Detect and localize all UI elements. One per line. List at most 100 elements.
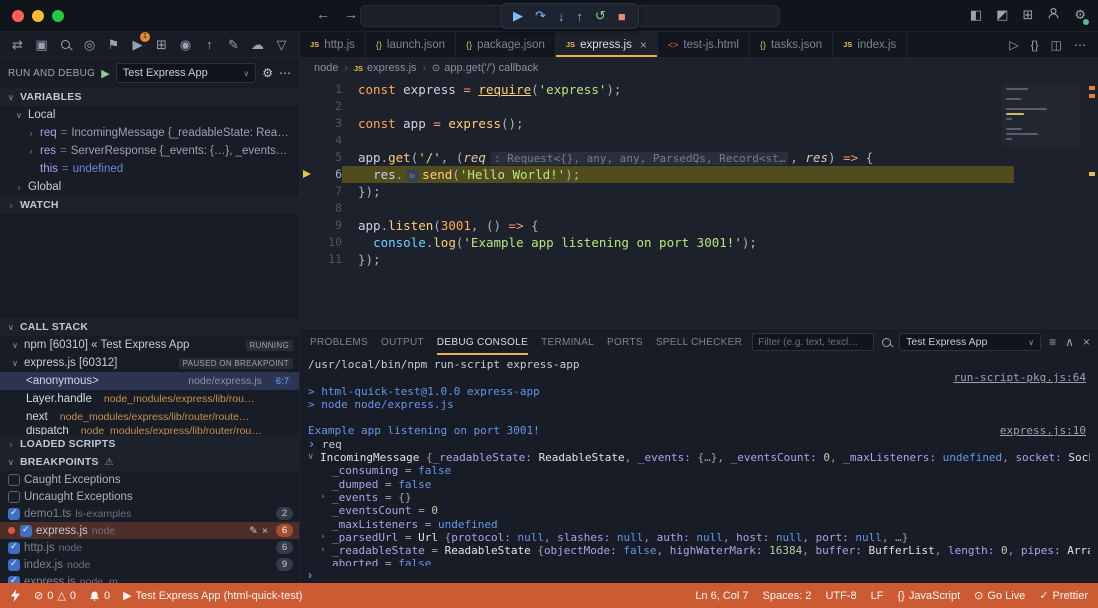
breakpoint-row[interactable]: index.jsnode9 — [0, 556, 299, 573]
close-button[interactable] — [12, 10, 24, 22]
breadcrumb-item[interactable]: node — [314, 62, 338, 74]
record-icon[interactable]: ◉ — [178, 37, 193, 53]
run-options-icon[interactable]: {} — [1031, 38, 1039, 52]
panel-tab-problems[interactable]: PROBLEMS — [310, 329, 368, 355]
twisty-icon[interactable]: › — [320, 491, 332, 504]
twisty-icon[interactable]: ∨ — [308, 451, 320, 464]
loaded-scripts-header[interactable]: › LOADED SCRIPTS — [0, 435, 299, 453]
breadcrumb-item[interactable]: JSexpress.js — [354, 62, 417, 74]
panel-tab-terminal[interactable]: TERMINAL — [541, 329, 594, 355]
scope-row[interactable]: ›Global — [0, 178, 299, 196]
breakpoint-checkbox[interactable] — [8, 542, 20, 554]
split-editor-icon[interactable]: ◫ — [1051, 38, 1062, 52]
problems-status[interactable]: ⊘0△0 — [34, 589, 76, 602]
funnel-icon[interactable]: ▽ — [274, 37, 289, 53]
bookmark-icon[interactable]: ⚑ — [106, 37, 121, 53]
panel-tab-spell-checker[interactable]: SPELL CHECKER — [656, 329, 742, 355]
source-link[interactable]: run-script-pkg.js:64 — [954, 371, 1090, 384]
cursor-position[interactable]: Ln 6, Col 7 — [695, 590, 748, 602]
step-into-button[interactable]: ↓ — [558, 9, 565, 24]
variable-row[interactable]: ›req=IncomingMessage {_readableState: Re… — [0, 124, 299, 142]
tab-package.json[interactable]: {}package.json — [456, 32, 556, 57]
target-icon[interactable]: ◎ — [82, 37, 97, 53]
tab-launch.json[interactable]: {}launch.json — [366, 32, 456, 57]
remove-breakpoint-icon[interactable]: × — [262, 525, 268, 537]
twisty-icon[interactable]: › — [320, 544, 332, 557]
debug-console-input[interactable]: › — [300, 566, 1098, 583]
tab-express.js[interactable]: JSexpress.js× — [556, 32, 658, 57]
variables-header[interactable]: ∨ VARIABLES — [0, 88, 299, 106]
debug-session-status[interactable]: ▶Test Express App (html-quick-test) — [123, 589, 302, 602]
zoom-button[interactable] — [52, 10, 64, 22]
customize-layout-icon[interactable]: ⊞ — [1022, 7, 1033, 23]
breakpoint-row[interactable]: http.jsnode6 — [0, 539, 299, 556]
panel-tab-debug-console[interactable]: DEBUG CONSOLE — [437, 329, 528, 355]
inline-step-icon[interactable]: ▷ — [406, 169, 419, 182]
language-mode[interactable]: {}JavaScript — [897, 590, 960, 602]
variable-row[interactable]: ›res=ServerResponse {_events: {…}, _even… — [0, 142, 299, 160]
upload-icon[interactable]: ↑ — [202, 37, 217, 52]
console-filter-input[interactable]: Filter (e.g. text, !excl… — [752, 333, 874, 351]
stop-button[interactable]: ■ — [618, 9, 626, 24]
variable-row[interactable]: this=undefined — [0, 160, 299, 178]
callstack-frame[interactable]: <anonymous>node/express.js6:7 — [0, 372, 299, 390]
continue-button[interactable]: ▶ — [513, 8, 523, 24]
tab-http.js[interactable]: JShttp.js — [300, 32, 366, 57]
indentation[interactable]: Spaces: 2 — [763, 590, 812, 602]
more-icon[interactable]: ⋯ — [279, 66, 291, 80]
twisty-icon[interactable]: › — [320, 531, 332, 544]
layout-grid-icon[interactable]: ⊞ — [154, 37, 169, 53]
breakpoint-row[interactable]: demo1.tsls-examples2 — [0, 505, 299, 522]
output-actions-icon[interactable]: ≡ — [1049, 335, 1056, 349]
breakpoint-row[interactable]: express.jsnode_m… — [0, 573, 299, 583]
scope-row[interactable]: ∨Local — [0, 106, 299, 124]
exception-breakpoint-row[interactable]: Caught Exceptions — [0, 471, 299, 488]
back-icon[interactable]: ← — [316, 6, 330, 22]
step-out-button[interactable]: ↑ — [576, 9, 583, 24]
callstack-session[interactable]: ∨express.js [60312]PAUSED ON BREAKPOINT — [0, 354, 299, 372]
search-icon[interactable] — [58, 40, 73, 49]
tab-tasks.json[interactable]: {}tasks.json — [750, 32, 833, 57]
layout-sidebar-icon[interactable]: ◧ — [970, 7, 982, 23]
move-icon[interactable]: ⇄ — [10, 37, 25, 53]
callstack-frame[interactable]: nextnode_modules/express/lib/router/rout… — [0, 408, 299, 426]
gear-icon[interactable]: ⚙ — [262, 66, 273, 80]
panel-tab-ports[interactable]: PORTS — [607, 329, 643, 355]
close-panel-icon[interactable]: × — [1083, 335, 1090, 349]
restart-button[interactable]: ↺ — [595, 8, 606, 24]
watch-header[interactable]: › WATCH — [0, 196, 299, 214]
breakpoint-row[interactable]: express.jsnode✎×6 — [0, 522, 299, 539]
remote-indicator[interactable] — [10, 589, 21, 602]
copy-icon[interactable]: ▣ — [34, 37, 49, 53]
code-editor[interactable]: 1const express = require('express');23co… — [300, 78, 1098, 328]
maximize-panel-icon[interactable]: ∧ — [1065, 335, 1074, 349]
debug-alt-icon[interactable]: ▶1 — [130, 37, 145, 53]
breadcrumb-item[interactable]: ⊙app.get('/') callback — [432, 62, 538, 74]
minimap[interactable] — [1002, 84, 1080, 147]
search-icon[interactable] — [882, 338, 891, 347]
breakpoint-checkbox[interactable] — [8, 491, 20, 503]
callstack-frame[interactable]: dispatchnode_modules/express/lib/router/… — [0, 426, 299, 435]
breakpoint-checkbox[interactable] — [8, 474, 20, 486]
edit-breakpoint-icon[interactable]: ✎ — [249, 525, 258, 537]
close-icon[interactable]: × — [640, 38, 647, 52]
exception-breakpoint-row[interactable]: Uncaught Exceptions — [0, 488, 299, 505]
call-stack-header[interactable]: ∨ CALL STACK — [0, 318, 299, 336]
callstack-frame[interactable]: Layer.handlenode_modules/express/lib/rou… — [0, 390, 299, 408]
callstack-session[interactable]: ∨npm [60310] « Test Express AppRUNNING — [0, 336, 299, 354]
layout-panel-icon[interactable]: ◩ — [996, 7, 1008, 23]
breakpoint-checkbox[interactable] — [8, 576, 20, 584]
breakpoint-checkbox[interactable] — [20, 525, 32, 537]
panel-tab-output[interactable]: OUTPUT — [381, 329, 424, 355]
source-link[interactable]: express.js:10 — [1000, 424, 1090, 437]
cloud-icon[interactable]: ☁ — [250, 37, 265, 53]
go-live[interactable]: ⊙Go Live — [974, 589, 1025, 602]
minimize-button[interactable] — [32, 10, 44, 22]
forward-icon[interactable]: → — [344, 6, 358, 22]
notifications-status[interactable]: 0 — [89, 590, 110, 602]
edit-icon[interactable]: ✎ — [226, 37, 241, 53]
encoding[interactable]: UTF-8 — [825, 590, 856, 602]
debug-config-select[interactable]: Test Express App ∨ — [116, 63, 257, 83]
breakpoints-header[interactable]: ∨ BREAKPOINTS ⚠ — [0, 453, 299, 471]
more-actions-icon[interactable]: ⋯ — [1074, 38, 1086, 52]
